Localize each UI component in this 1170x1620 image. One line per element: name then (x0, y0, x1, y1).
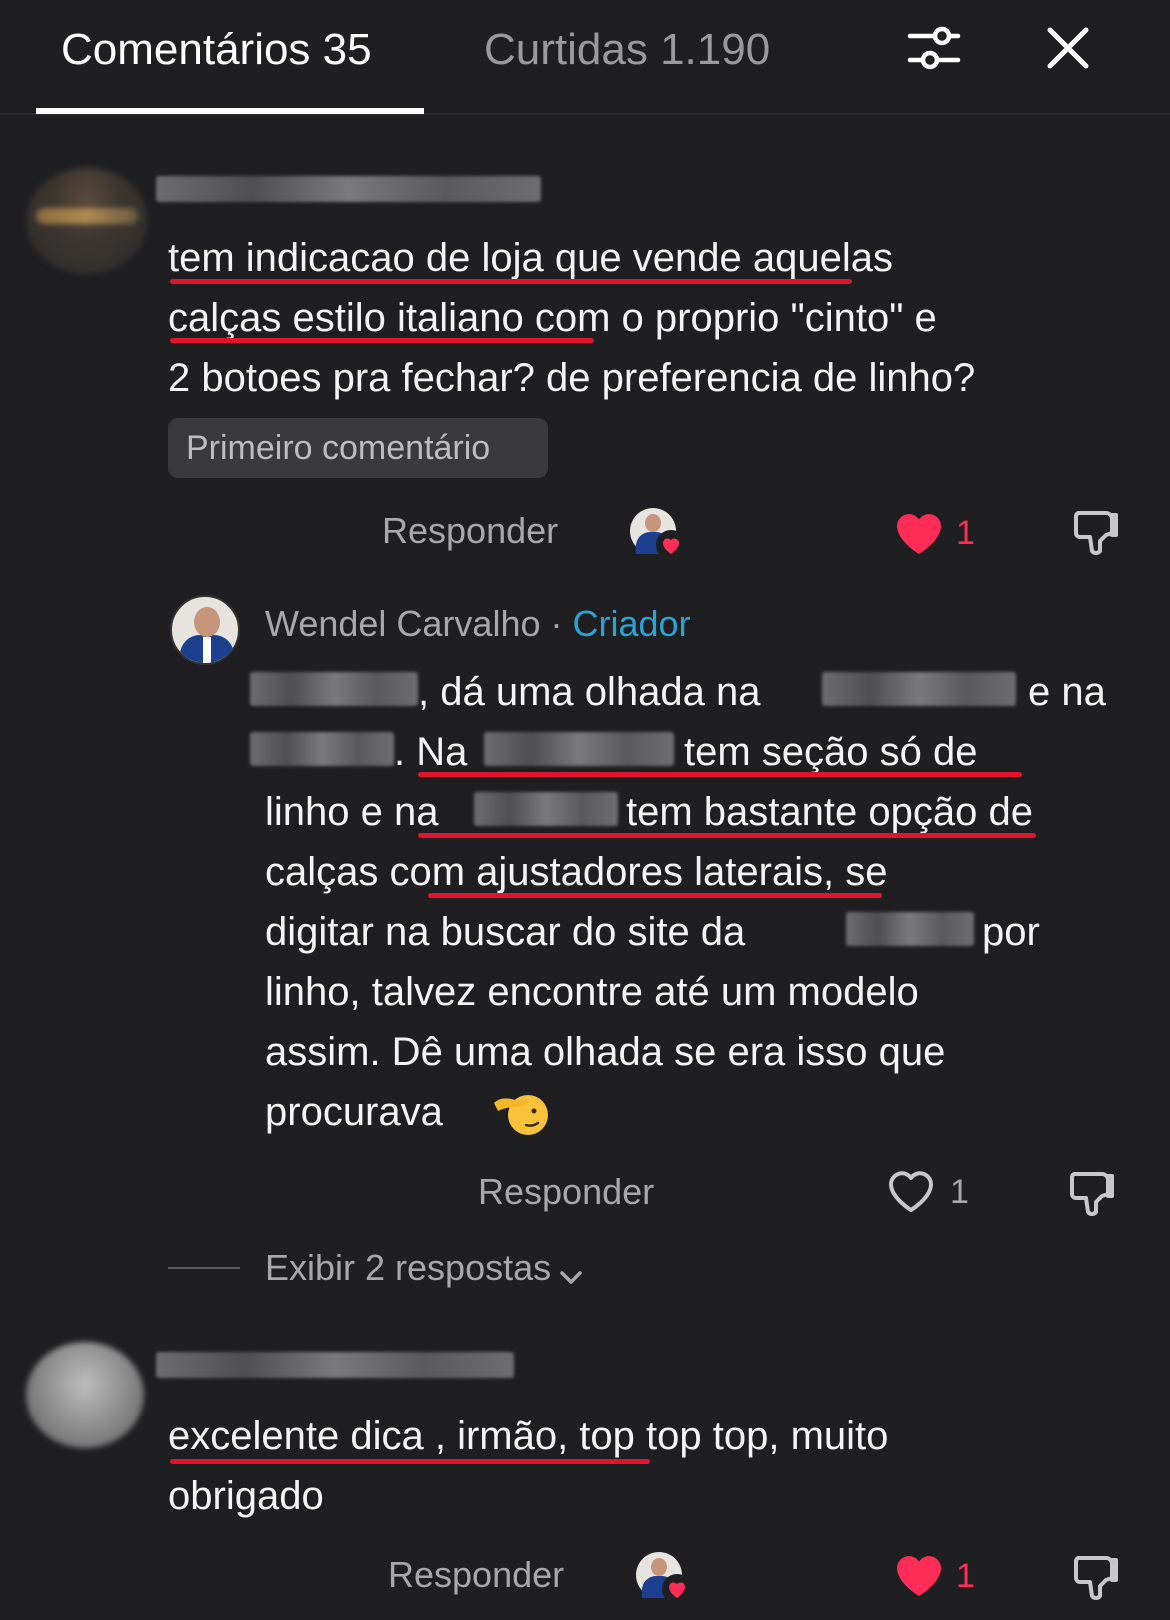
highlight-underline (418, 833, 1036, 838)
redacted-store-name (474, 792, 618, 826)
creator-tag: Criador (572, 603, 691, 644)
dislike-icon[interactable] (1066, 1166, 1120, 1220)
avatar[interactable] (26, 168, 148, 274)
comment-text-line: excelente dica , irmão, top top top, mui… (168, 1414, 889, 1458)
redacted-mention (250, 672, 418, 706)
redacted-store-name (822, 672, 1016, 706)
sliders-icon[interactable] (906, 18, 966, 78)
redacted-store-name (250, 732, 394, 766)
highlight-underline (170, 338, 594, 343)
dislike-icon[interactable] (1070, 505, 1124, 559)
heart-outline-icon[interactable] (884, 1164, 938, 1218)
creator-avatar[interactable] (170, 595, 240, 665)
close-icon[interactable] (1038, 18, 1098, 78)
reply-button[interactable]: Responder (382, 509, 558, 553)
first-comment-badge: Primeiro comentário (168, 418, 548, 478)
reply-button[interactable]: Responder (478, 1170, 654, 1214)
reply-text-fragment: , dá uma olhada na (418, 670, 761, 714)
highlight-underline (418, 772, 1022, 777)
like-count: 1 (956, 1557, 975, 1595)
redacted-store-name (846, 912, 974, 946)
reply-text-line: linho, talvez encontre até um modelo (265, 970, 919, 1014)
avatar[interactable] (26, 1342, 144, 1448)
highlight-underline (428, 893, 882, 898)
thread-divider (168, 1267, 240, 1269)
heart-filled-icon[interactable] (892, 1548, 946, 1602)
reply-text-fragment: linho e na (265, 790, 439, 834)
reply-text-line: procurava (265, 1090, 443, 1134)
comment-text-line: 2 botoes pra fechar? de preferencia de l… (168, 356, 976, 400)
reply-author[interactable]: Wendel Carvalho · Criador (265, 600, 691, 648)
like-count: 1 (956, 514, 975, 552)
highlight-underline (170, 1459, 650, 1464)
creator-liked-avatar (630, 508, 686, 560)
show-replies-label: Exibir 2 respostas (265, 1247, 552, 1288)
highlight-underline (170, 279, 852, 284)
comment-text-line: obrigado (168, 1474, 324, 1518)
redacted-username (156, 176, 541, 202)
reply-text-fragment: e na (1028, 670, 1106, 714)
redacted-username (156, 1352, 514, 1378)
show-replies-button[interactable]: Exibir 2 respostas (265, 1245, 585, 1291)
like-count: 1 (950, 1173, 969, 1211)
author-name: Wendel Carvalho (265, 603, 541, 644)
comments-header: Comentários 35 Curtidas 1.190 (0, 0, 1170, 115)
saluting-face-emoji (492, 1085, 548, 1139)
tab-comments[interactable]: Comentários 35 (61, 22, 372, 78)
dislike-icon[interactable] (1070, 1550, 1124, 1604)
reply-text-fragment: digitar na buscar do site da (265, 910, 746, 954)
author-separator: · (540, 603, 573, 644)
active-tab-indicator (36, 108, 424, 114)
redacted-store-name (484, 732, 674, 766)
tab-likes[interactable]: Curtidas 1.190 (484, 22, 770, 78)
reply-text-fragment: por (982, 910, 1040, 954)
heart-filled-icon[interactable] (892, 506, 946, 560)
reply-text-line: assim. Dê uma olhada se era isso que (265, 1030, 946, 1074)
creator-liked-avatar (636, 1552, 692, 1604)
chevron-down-icon (557, 1256, 585, 1285)
reply-button[interactable]: Responder (388, 1553, 564, 1597)
